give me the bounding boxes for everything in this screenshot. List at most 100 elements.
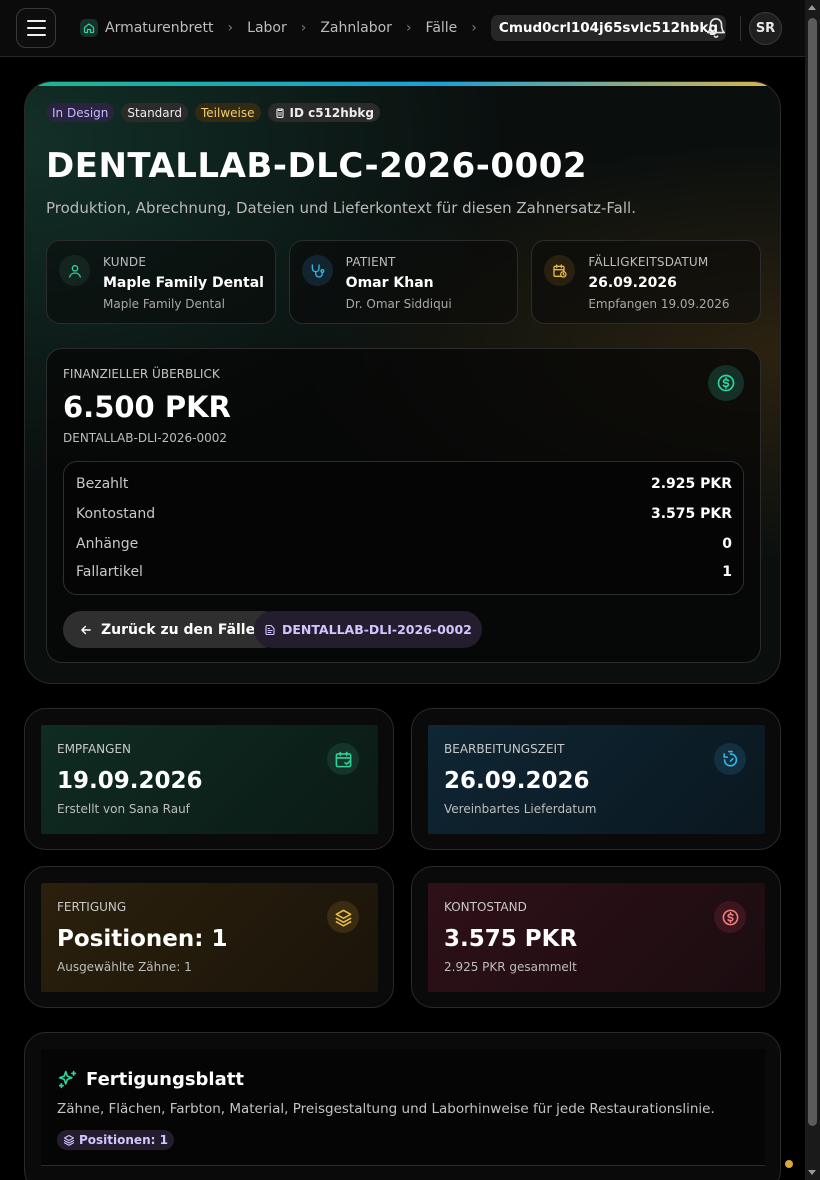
financial-overview-label: Finanzieller Überblick: [63, 367, 220, 381]
hamburger-line: [26, 27, 46, 29]
priority-badge: Standard: [121, 103, 188, 122]
received-label: Empfangen: [57, 742, 132, 756]
turnaround-stat-card: Bearbeitungszeit 26.09.2026 Vereinbartes…: [411, 708, 781, 850]
production-stat-panel: Fertigung Positionen: 1 Ausgewählte Zähn…: [41, 883, 378, 992]
status-chips: In Design Standard Teilweise ID c512hbkg: [46, 103, 380, 122]
id-badge: ID c512hbkg: [267, 103, 380, 122]
production-value: Positionen: 1: [57, 926, 228, 952]
total-amount: 6.500 PKR: [63, 390, 231, 424]
finance-row-value: 0: [722, 536, 732, 552]
production-sheet-title-text: Fertigungsblatt: [86, 1069, 244, 1090]
file-text-icon: [265, 624, 275, 635]
finance-row-balance: Kontostand 3.575 PKR: [76, 506, 732, 522]
arrow-left-icon: [81, 625, 91, 634]
production-stat-card: Fertigung Positionen: 1 Ausgewählte Zähn…: [24, 866, 394, 1008]
status-badge: In Design: [46, 103, 115, 122]
balance-label: Kontostand: [444, 900, 527, 914]
positions-badge: Positionen: 1: [57, 1130, 174, 1150]
stethoscope-icon: [301, 255, 333, 286]
production-sheet-subtitle: Zähne, Flächen, Farbton, Material, Preis…: [57, 1101, 715, 1117]
chevron-right-icon: ›: [471, 20, 477, 36]
customer-label: Kunde: [103, 255, 147, 269]
finance-row-label: Bezahlt: [76, 476, 129, 492]
scroll-down-arrow-icon[interactable]: [808, 1170, 816, 1175]
hamburger-line: [26, 34, 46, 36]
finance-row-label: Anhänge: [76, 536, 139, 552]
breadcrumb-label: Armaturenbrett: [105, 20, 214, 36]
home-icon: [80, 19, 98, 37]
due-date-label: Fälligkeitsdatum: [588, 255, 709, 269]
patient-label: Patient: [345, 255, 396, 269]
chevron-right-icon: ›: [405, 20, 412, 36]
production-label: Fertigung: [57, 900, 127, 914]
customer-sub: Maple Family Dental: [103, 297, 225, 311]
bell-icon[interactable]: [705, 17, 727, 39]
scroll-up-arrow-icon[interactable]: [808, 5, 816, 10]
page: Armaturenbrett › Labor › Zahnlabor › Fäl…: [0, 0, 805, 1180]
turnaround-value: 26.09.2026: [444, 768, 590, 794]
breadcrumb-item-dental-lab[interactable]: Zahnlabor: [320, 20, 392, 36]
finance-row-value: 2.925 PKR: [650, 476, 732, 492]
avatar[interactable]: SR: [749, 12, 782, 45]
due-date-sub: Empfangen 19.09.2026: [588, 297, 730, 311]
sparkles-icon: [58, 1070, 77, 1089]
breadcrumb-item-cases[interactable]: Fälle: [426, 20, 458, 36]
patient-sub: Dr. Omar Siddiqui: [345, 297, 452, 311]
accent-gradient-bar: [25, 82, 780, 86]
production-sheet-header: Fertigungsblatt Zähne, Flächen, Farbton,…: [41, 1049, 765, 1166]
finance-summary-table: Bezahlt 2.925 PKR Kontostand 3.575 PKR A…: [63, 461, 744, 595]
production-sub: Ausgewählte Zähne: 1: [57, 960, 192, 974]
timer-icon: [714, 743, 746, 775]
back-button-label: Zurück zu den Fällen: [101, 621, 266, 638]
vertical-scrollbar[interactable]: [805, 0, 820, 1180]
user-icon: [59, 255, 90, 286]
invoice-link-button[interactable]: DENTALLAB-DLI-2026-0002: [254, 611, 482, 648]
due-date-value: 26.09.2026: [588, 275, 677, 291]
balance-value: 3.575 PKR: [444, 926, 578, 952]
invoice-button-label: DENTALLAB-DLI-2026-0002: [282, 622, 472, 637]
clipboard-icon: [275, 107, 284, 118]
invoice-reference: DENTALLAB-DLI-2026-0002: [63, 431, 228, 445]
customer-card: Kunde Maple Family Dental Maple Family D…: [46, 240, 276, 324]
breadcrumb-item-dashboard[interactable]: Armaturenbrett: [80, 19, 214, 37]
financial-overview-card: Finanzieller Überblick 6.500 PKR DENTALL…: [46, 348, 761, 663]
due-date-card: Fälligkeitsdatum 26.09.2026 Empfangen 19…: [531, 240, 762, 324]
balance-stat-panel: Kontostand 3.575 PKR 2.925 PKR gesammelt: [428, 883, 765, 992]
turnaround-label: Bearbeitungszeit: [444, 742, 565, 756]
finance-row-attachments: Anhänge 0: [76, 536, 732, 552]
patient-card: Patient Omar Khan Dr. Omar Siddiqui: [288, 240, 519, 324]
dollar-circle-icon: [708, 365, 744, 401]
case-hero-card: In Design Standard Teilweise ID c512hbkg…: [24, 81, 781, 684]
balance-stat-card: Kontostand 3.575 PKR 2.925 PKR gesammelt: [411, 866, 781, 1008]
balance-sub: 2.925 PKR gesammelt: [444, 960, 577, 974]
received-stat-card: Empfangen 19.09.2026 Erstellt von Sana R…: [24, 708, 394, 850]
menu-button[interactable]: [16, 8, 56, 48]
top-bar: Armaturenbrett › Labor › Zahnlabor › Fäl…: [0, 0, 805, 57]
positions-badge-label: Positionen: 1: [79, 1133, 168, 1147]
turnaround-sub: Vereinbartes Lieferdatum: [444, 802, 597, 816]
finance-row-label: Kontostand: [76, 506, 156, 522]
id-text: ID c512hbkg: [289, 105, 374, 120]
back-to-cases-button[interactable]: Zurück zu den Fällen: [63, 611, 282, 648]
patient-value: Omar Khan: [345, 275, 434, 291]
page-title: DENTALLAB-DLC-2026-0002: [46, 146, 588, 186]
finance-row-value: 3.575 PKR: [650, 506, 732, 522]
breadcrumb-item-lab[interactable]: Labor: [247, 20, 287, 36]
received-value: 19.09.2026: [57, 768, 203, 794]
case-info-row: Kunde Maple Family Dental Maple Family D…: [46, 240, 762, 324]
production-sheet-card: Fertigungsblatt Zähne, Flächen, Farbton,…: [24, 1032, 781, 1180]
production-sheet-title: Fertigungsblatt: [57, 1069, 244, 1090]
breadcrumb: Armaturenbrett › Labor › Zahnlabor › Fäl…: [80, 14, 726, 42]
dollar-circle-icon: [714, 901, 746, 933]
chevron-right-icon: ›: [227, 20, 234, 36]
scroll-thumb[interactable]: [808, 18, 817, 1126]
received-sub: Erstellt von Sana Rauf: [57, 802, 190, 816]
finance-row-label: Fallartikel: [76, 564, 143, 580]
customer-value: Maple Family Dental: [103, 275, 264, 291]
chevron-right-icon: ›: [300, 20, 307, 36]
breadcrumb-current: Cmud0crl104j65svlc512hbkg: [490, 15, 726, 41]
calendar-check-icon: [327, 743, 359, 775]
received-stat-panel: Empfangen 19.09.2026 Erstellt von Sana R…: [41, 725, 378, 834]
layers-icon: [63, 1134, 75, 1146]
finance-row-case-items: Fallartikel 1: [76, 564, 732, 580]
